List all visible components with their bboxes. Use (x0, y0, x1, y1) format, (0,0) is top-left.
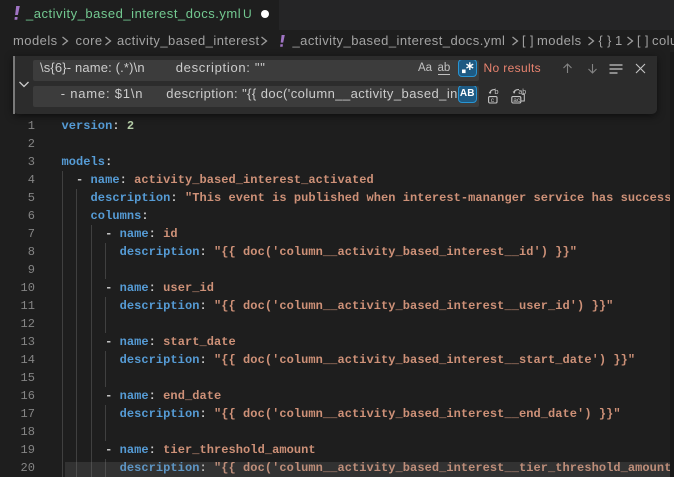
svg-text:ac: ac (513, 97, 521, 104)
svg-text:ab: ab (518, 89, 526, 96)
svg-text:b: b (494, 88, 498, 96)
